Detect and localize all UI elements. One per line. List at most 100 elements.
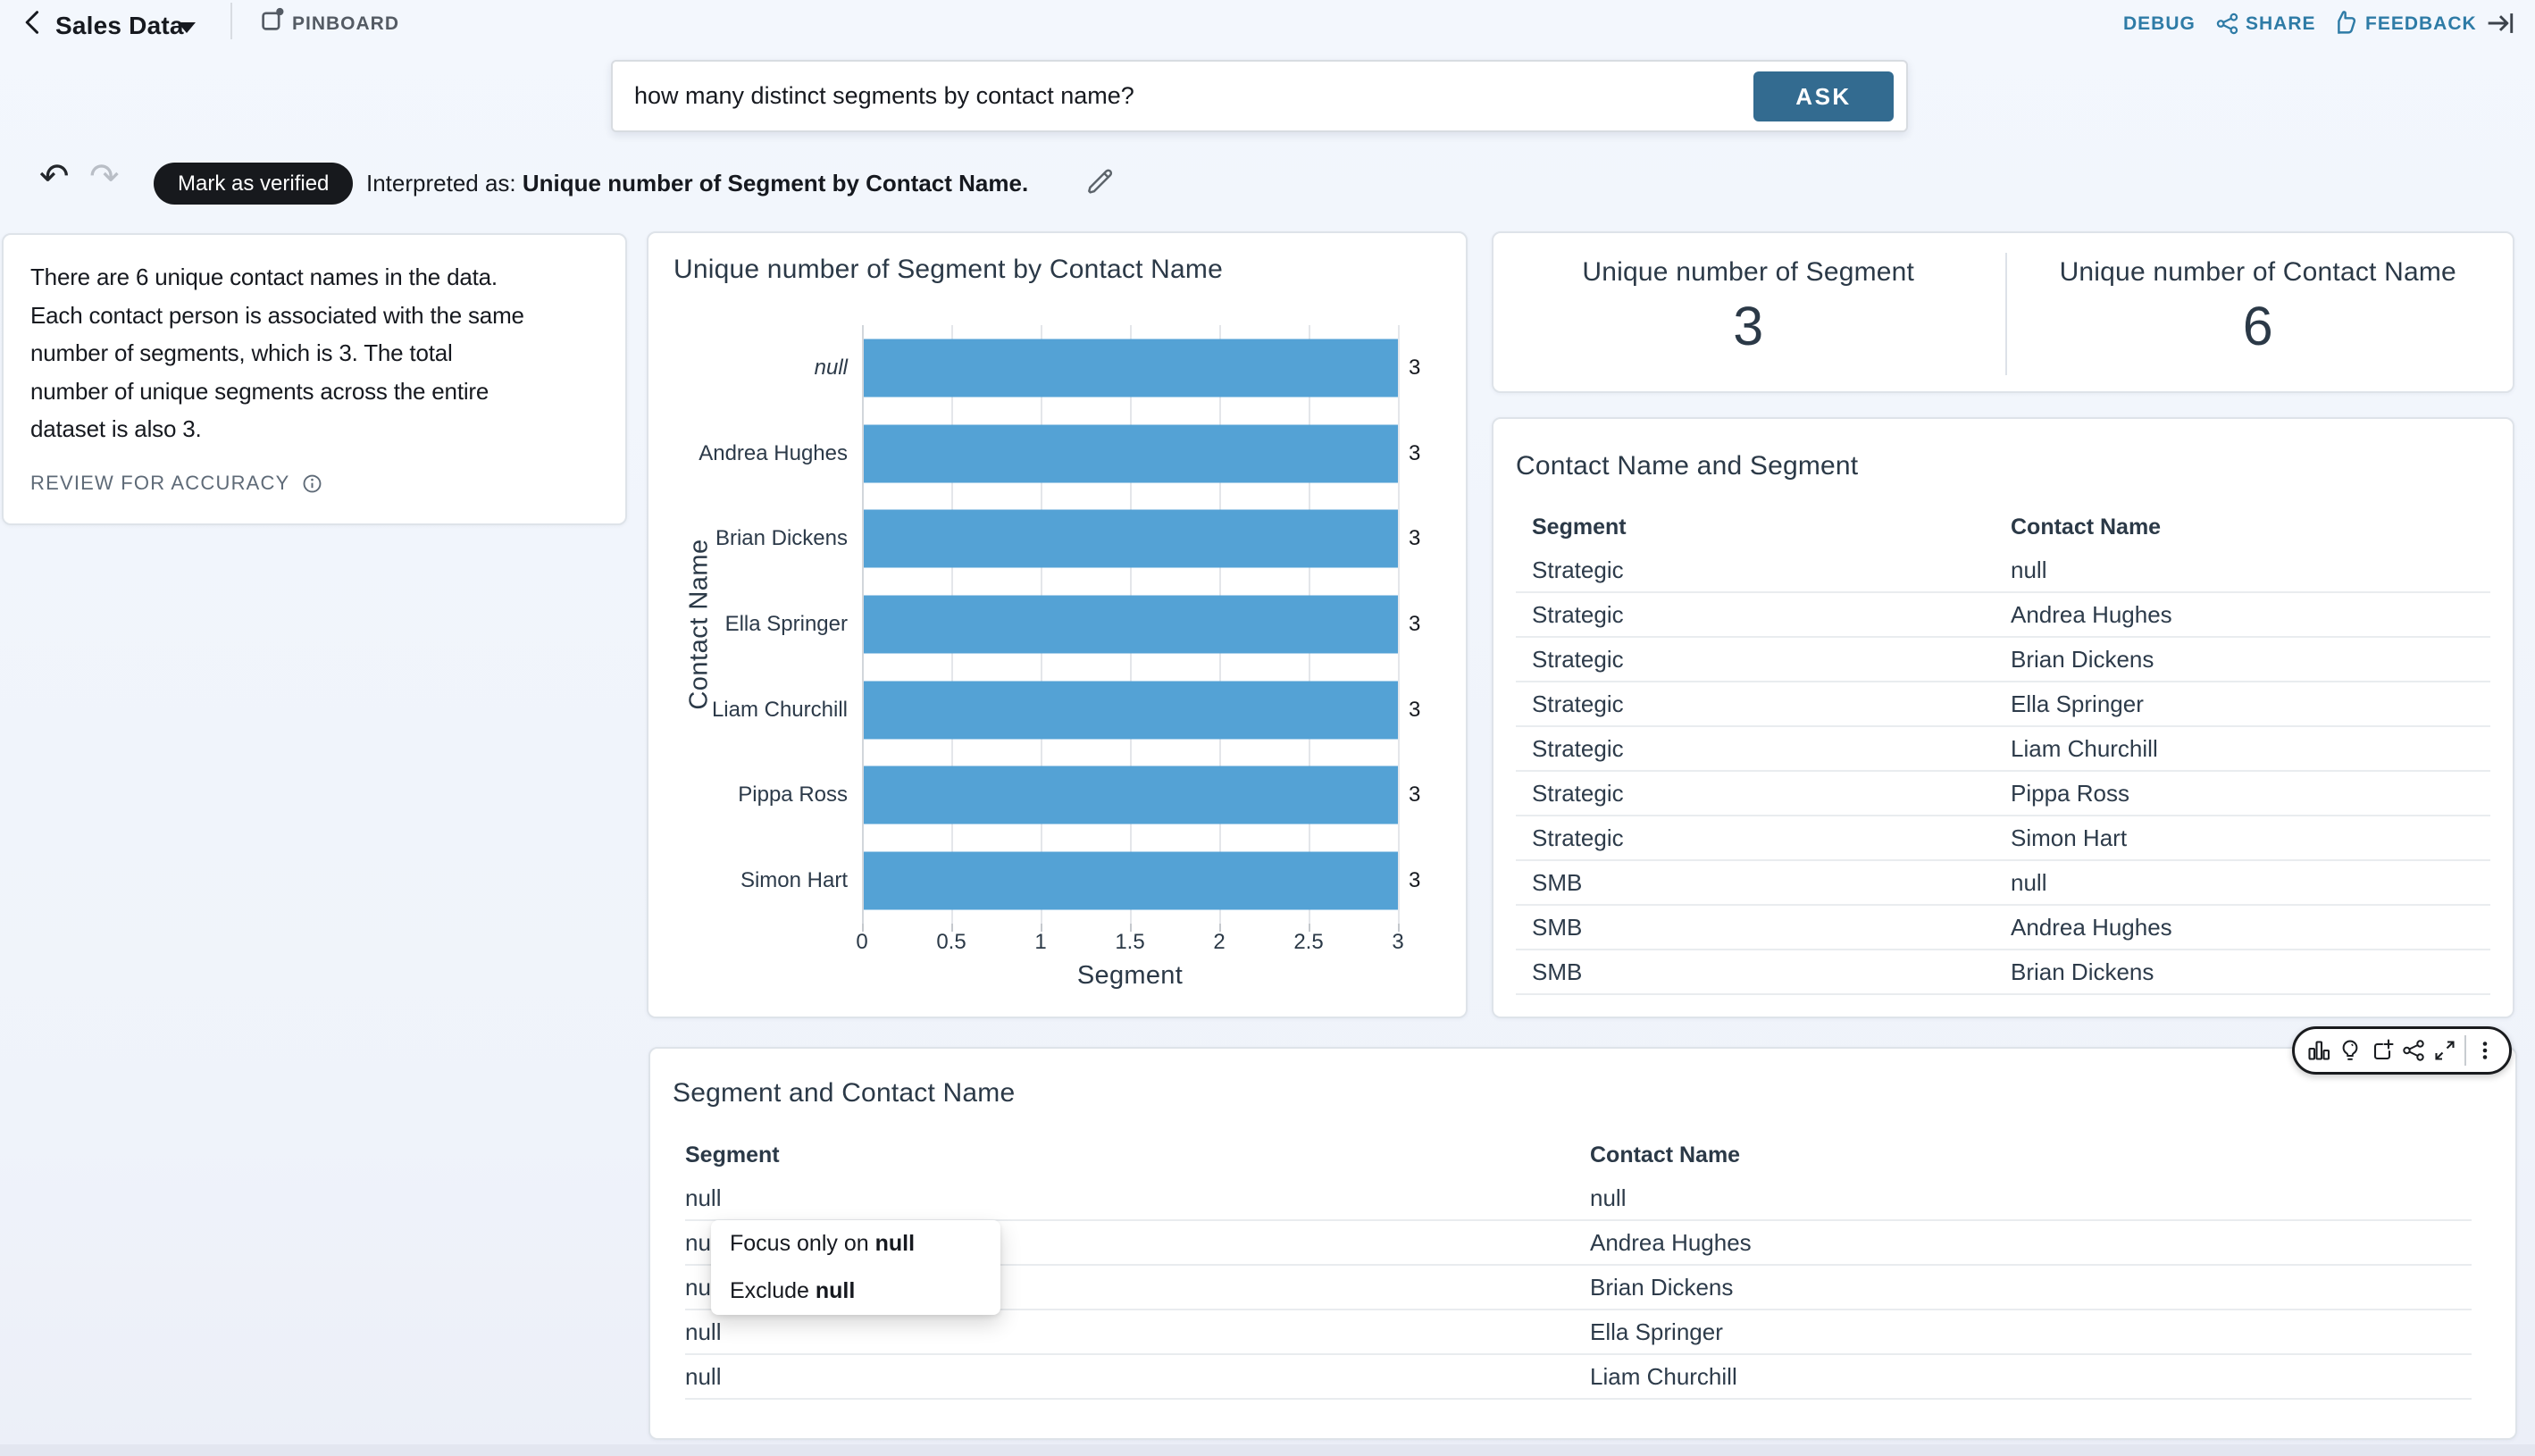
segment-cell[interactable]: Strategic (1532, 780, 2011, 807)
feedback-link[interactable]: FEEDBACK (2365, 13, 2477, 35)
x-tick-label: 3 (1358, 929, 1438, 956)
contact-name-cell[interactable]: Brian Dickens (1590, 1274, 2472, 1301)
kpi-title: Unique number of Contact Name (2004, 257, 2514, 288)
table-row[interactable]: null null (685, 1176, 2472, 1221)
contact-name-cell[interactable]: Brian Dickens (2011, 646, 2490, 674)
collapse-panel-icon[interactable] (2485, 8, 2515, 38)
contact-name-cell[interactable]: Andrea Hughes (1590, 1229, 2472, 1257)
chart-value-label: 3 (1409, 441, 1420, 466)
gridline (1398, 325, 1400, 924)
narrative-line: dataset is also 3. (30, 410, 598, 448)
chart-value-label: 3 (1409, 698, 1420, 723)
mark-as-verified-button[interactable]: Mark as verified (154, 163, 353, 205)
contact-name-cell[interactable]: Andrea Hughes (2011, 914, 2490, 941)
table-row[interactable]: Strategic Ella Springer (1516, 682, 2490, 727)
question-input[interactable]: how many distinct segments by contact na… (634, 62, 1134, 130)
pinboard-link[interactable]: PINBOARD (292, 13, 399, 35)
chart-value-label: 3 (1409, 612, 1420, 637)
segment-cell[interactable]: null (685, 1363, 1590, 1391)
share-icon[interactable] (2401, 1038, 2426, 1063)
contact-name-cell[interactable]: Andrea Hughes (2011, 601, 2490, 629)
kpi-segment: Unique number of Segment 3 (1493, 233, 2004, 391)
chart-value-label: 3 (1409, 868, 1420, 893)
segment-cell[interactable]: Strategic (1532, 735, 2011, 763)
table-row[interactable]: Strategic null (1516, 548, 2490, 593)
table-row[interactable]: SMB null (1516, 861, 2490, 906)
chart-bar[interactable] (864, 510, 1398, 568)
ask-button[interactable]: ASK (1753, 71, 1894, 121)
more-icon[interactable] (2472, 1038, 2497, 1063)
segment-cell[interactable]: SMB (1532, 914, 2011, 941)
chart-row: Liam Churchill 3 (862, 667, 1398, 753)
contact-name-cell[interactable]: null (2011, 869, 2490, 897)
dataset-selector-label[interactable]: Sales Data (55, 12, 184, 40)
table-row[interactable]: Strategic Pippa Ross (1516, 772, 2490, 816)
info-icon[interactable] (302, 473, 322, 494)
contact-name-cell[interactable]: Ella Springer (1590, 1318, 2472, 1346)
table-row[interactable]: Strategic Simon Hart (1516, 816, 2490, 861)
contact-name-cell[interactable]: null (2011, 556, 2490, 584)
bar-chart-icon[interactable] (2306, 1038, 2331, 1063)
contact-name-cell[interactable]: Liam Churchill (2011, 735, 2490, 763)
table-row[interactable]: Strategic Andrea Hughes (1516, 593, 2490, 638)
edit-pencil-icon[interactable] (1086, 167, 1116, 197)
contact-name-cell[interactable]: Pippa Ross (2011, 780, 2490, 807)
table-row[interactable]: Strategic Liam Churchill (1516, 727, 2490, 772)
table-row[interactable]: SMB Brian Dickens (1516, 950, 2490, 995)
contact-name-cell[interactable]: null (1590, 1184, 2472, 1212)
question-input-box[interactable]: how many distinct segments by contact na… (611, 60, 1908, 132)
segment-cell[interactable]: Strategic (1532, 690, 2011, 718)
table-body: Segment Contact Name Strategic null Stra… (1516, 506, 2490, 995)
menu-item-focus-only[interactable]: Focus only on null (711, 1220, 1000, 1268)
table-row[interactable]: SMB Andrea Hughes (1516, 906, 2490, 950)
contact-name-cell[interactable]: Brian Dickens (2011, 958, 2490, 986)
narrative-line: number of segments, which is 3. The tota… (30, 334, 598, 372)
column-header-contact-name[interactable]: Contact Name (1590, 1142, 2472, 1168)
segment-cell[interactable]: SMB (1532, 869, 2011, 897)
lightbulb-icon[interactable] (2338, 1038, 2363, 1063)
chevron-down-icon[interactable] (178, 22, 196, 33)
chart-bar[interactable] (864, 766, 1398, 824)
chart-value-label: 3 (1409, 356, 1420, 381)
segment-cell[interactable]: Strategic (1532, 601, 2011, 629)
column-header-contact-name[interactable]: Contact Name (2011, 515, 2490, 540)
kpi-contact-name: Unique number of Contact Name 6 (2004, 233, 2514, 391)
segment-cell[interactable]: Strategic (1532, 646, 2011, 674)
segment-cell[interactable]: Strategic (1532, 824, 2011, 852)
table-row[interactable]: null Liam Churchill (685, 1355, 2472, 1400)
table-row[interactable]: null Ella Springer (685, 1310, 2472, 1355)
chart-row: Brian Dickens 3 (862, 496, 1398, 582)
narrative-card: There are 6 unique contact names in the … (2, 233, 627, 525)
chart-value-label: 3 (1409, 782, 1420, 807)
chart-bar[interactable] (864, 852, 1398, 910)
chart-row: null 3 (862, 325, 1398, 411)
pin-add-icon[interactable] (2370, 1038, 2395, 1063)
column-header-segment[interactable]: Segment (685, 1142, 1590, 1168)
contact-name-cell[interactable]: Liam Churchill (1590, 1363, 2472, 1391)
y-axis-title: Contact Name (685, 539, 715, 709)
x-axis-title: Segment (862, 961, 1398, 991)
expand-icon[interactable] (2432, 1038, 2457, 1063)
pinboard-icon (260, 6, 286, 32)
column-header-segment[interactable]: Segment (1532, 515, 2011, 540)
segment-cell[interactable]: null (685, 1318, 1590, 1346)
chart-bar[interactable] (864, 339, 1398, 397)
chart-row: Ella Springer 3 (862, 582, 1398, 667)
undo-icon[interactable]: ↶ (39, 157, 70, 197)
chart-bar[interactable] (864, 424, 1398, 482)
chart-category-label: Pippa Ross (738, 782, 848, 807)
x-tick-label: 1 (1000, 929, 1081, 956)
narrative-text: There are 6 unique contact names in the … (30, 258, 598, 448)
debug-link[interactable]: DEBUG (2123, 13, 2196, 35)
segment-cell[interactable]: Strategic (1532, 556, 2011, 584)
chart-bar[interactable] (864, 681, 1398, 739)
contact-name-cell[interactable]: Simon Hart (2011, 824, 2490, 852)
back-button[interactable] (18, 7, 52, 41)
menu-item-exclude[interactable]: Exclude null (711, 1268, 1000, 1315)
chart-bar[interactable] (864, 596, 1398, 654)
table-row[interactable]: Strategic Brian Dickens (1516, 638, 2490, 682)
segment-cell[interactable]: null (685, 1184, 1590, 1212)
share-link[interactable]: SHARE (2246, 13, 2316, 35)
contact-name-cell[interactable]: Ella Springer (2011, 690, 2490, 718)
segment-cell[interactable]: SMB (1532, 958, 2011, 986)
